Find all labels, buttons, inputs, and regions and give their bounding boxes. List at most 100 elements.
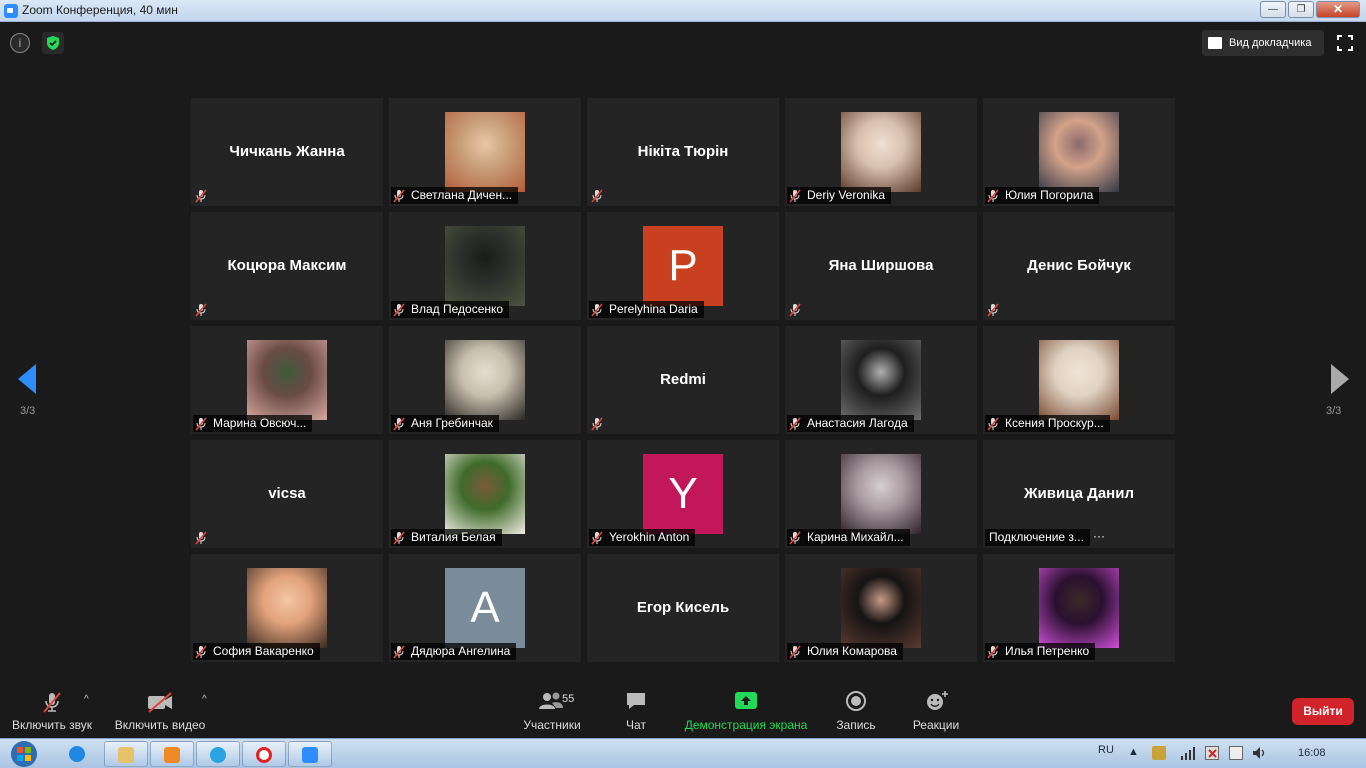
participant-tile[interactable]: Влад Педосенко [389,212,581,320]
unmute-label: Включить звук [11,718,93,732]
muted-mic-icon [194,531,208,545]
left-page-indicator: 3/3 [20,405,36,417]
muted-mic-icon [194,303,208,317]
participant-tile[interactable]: Илья Петренко [983,554,1175,662]
windows-logo-icon [11,741,37,767]
participant-tile[interactable]: Светлана Дичен... [389,98,581,206]
zoom-app-icon [4,4,18,18]
participant-name-label: Yerokhin Anton [589,529,696,546]
participant-tile[interactable]: A Дядюра Ангелина [389,554,581,662]
tray-app-icon[interactable] [1152,746,1166,760]
participant-name-label: Влад Педосенко [391,301,510,318]
participant-tile[interactable]: Карина Михайл... [785,440,977,548]
muted-mic-icon [788,189,802,203]
participant-tile[interactable]: Марина Овсюч... [191,326,383,434]
meeting-info-icon[interactable]: i [10,33,30,53]
participant-tile[interactable]: Deriy Veronika [785,98,977,206]
participant-video-image [841,454,921,534]
participant-name-label: Deriy Veronika [787,187,892,204]
share-screen-button[interactable]: Демонстрация экрана [682,676,810,738]
participant-tile[interactable]: София Вакаренко [191,554,383,662]
muted-mic-icon [986,417,1000,431]
participant-tile[interactable]: Нікіта Тюрін [587,98,779,206]
more-options-icon[interactable]: ··· [1093,529,1105,543]
participant-tile[interactable]: Виталия Белая [389,440,581,548]
audio-options-chevron-icon[interactable]: ^ [84,694,89,705]
participant-tile[interactable]: Юлия Погорила [983,98,1175,206]
close-button[interactable]: ✕ [1316,1,1360,18]
participant-tile[interactable]: Аня Гребинчак [389,326,581,434]
participant-tile[interactable]: Чичкань Жанна [191,98,383,206]
participant-display-name: Яна Ширшова [828,257,934,274]
video-options-chevron-icon[interactable]: ^ [202,694,207,705]
record-icon [846,691,866,711]
participant-name-label: Юлия Погорила [985,187,1100,204]
power-icon[interactable] [1229,746,1243,760]
participant-tile[interactable]: vicsa [191,440,383,548]
participant-display-name: Чичкань Жанна [229,143,345,160]
participant-tile[interactable]: Redmi [587,326,779,434]
windows-taskbar: RU ▲ 16:08 [0,738,1366,768]
leave-button[interactable]: Выйти [1292,698,1354,725]
participant-tile[interactable]: Y Yerokhin Anton [587,440,779,548]
ie-taskbar-button[interactable] [56,741,100,767]
record-button[interactable]: Запись [832,676,880,738]
participant-display-name: Живица Данил [1024,485,1134,502]
participant-tile[interactable]: Денис Бойчук [983,212,1175,320]
participant-tile[interactable]: Анастасия Лагода [785,326,977,434]
participant-display-name: Redmi [660,371,706,388]
record-label: Запись [836,718,876,732]
participant-tile[interactable]: Коцюра Максим [191,212,383,320]
participant-video-image [841,112,921,192]
volume-icon[interactable] [1252,746,1268,760]
clock-time[interactable]: 16:08 [1298,747,1326,759]
network-disconnected-icon[interactable] [1205,746,1219,760]
participant-tile[interactable]: Яна Ширшова [785,212,977,320]
participants-button[interactable]: 55 Участники [518,676,586,738]
share-screen-label: Демонстрация экрана [684,718,808,732]
muted-mic-icon [392,189,406,203]
video-off-icon [148,692,172,713]
window-controls: — ❐ ✕ [1258,1,1360,18]
yandex-taskbar-button[interactable] [242,741,286,767]
participant-name-label: Дядюра Ангелина [391,643,517,660]
chat-button[interactable]: Чат [614,676,658,738]
muted-mic-icon [590,531,604,545]
fullscreen-icon[interactable] [1336,34,1354,52]
maximize-button[interactable]: ❐ [1288,1,1314,18]
zoom-window: Zoom Конференция, 40 мин — ❐ ✕ i Вид док… [0,0,1366,768]
participant-name-label: Виталия Белая [391,529,502,546]
speaker-view-button[interactable]: Вид докладчика [1202,30,1324,56]
language-indicator[interactable]: RU [1098,744,1114,756]
explorer-taskbar-button[interactable] [104,741,148,767]
participant-tile[interactable]: Юлия Комарова [785,554,977,662]
next-page-arrow[interactable] [1329,364,1349,394]
previous-page-arrow[interactable] [18,364,38,394]
muted-mic-icon [590,417,604,431]
participant-tile[interactable]: Егор Кисель [587,554,779,662]
participant-name-label: Юлия Комарова [787,643,903,660]
participant-video-image [841,568,921,648]
participant-tile[interactable]: P Perelyhina Daria [587,212,779,320]
muted-mic-icon [194,417,208,431]
start-button[interactable] [4,740,46,768]
telegram-taskbar-button[interactable] [196,741,240,767]
participant-tile[interactable]: Ксения Проскур... [983,326,1175,434]
speaker-view-label: Вид докладчика [1229,37,1312,49]
participant-tile[interactable]: Живица Данил Подключение з... ··· [983,440,1175,548]
unmute-button[interactable]: Включить звук [6,676,98,738]
participant-name-label: Илья Петренко [985,643,1096,660]
media-player-taskbar-button[interactable] [150,741,194,767]
participant-name-label: Ксения Проскур... [985,415,1110,432]
minimize-button[interactable]: — [1260,1,1286,18]
yandex-browser-icon [256,747,272,763]
network-signal-icon[interactable] [1180,746,1196,760]
participant-video-image [1039,568,1119,648]
reactions-button[interactable]: Реакции [908,676,964,738]
zoom-taskbar-button[interactable] [288,741,332,767]
start-video-button[interactable]: Включить видео [110,676,210,738]
show-hidden-icons-chevron-icon[interactable]: ▲ [1128,746,1139,758]
shield-icon[interactable] [42,32,64,54]
muted-mic-icon [392,417,406,431]
window-title: Zoom Конференция, 40 мин [22,3,178,17]
